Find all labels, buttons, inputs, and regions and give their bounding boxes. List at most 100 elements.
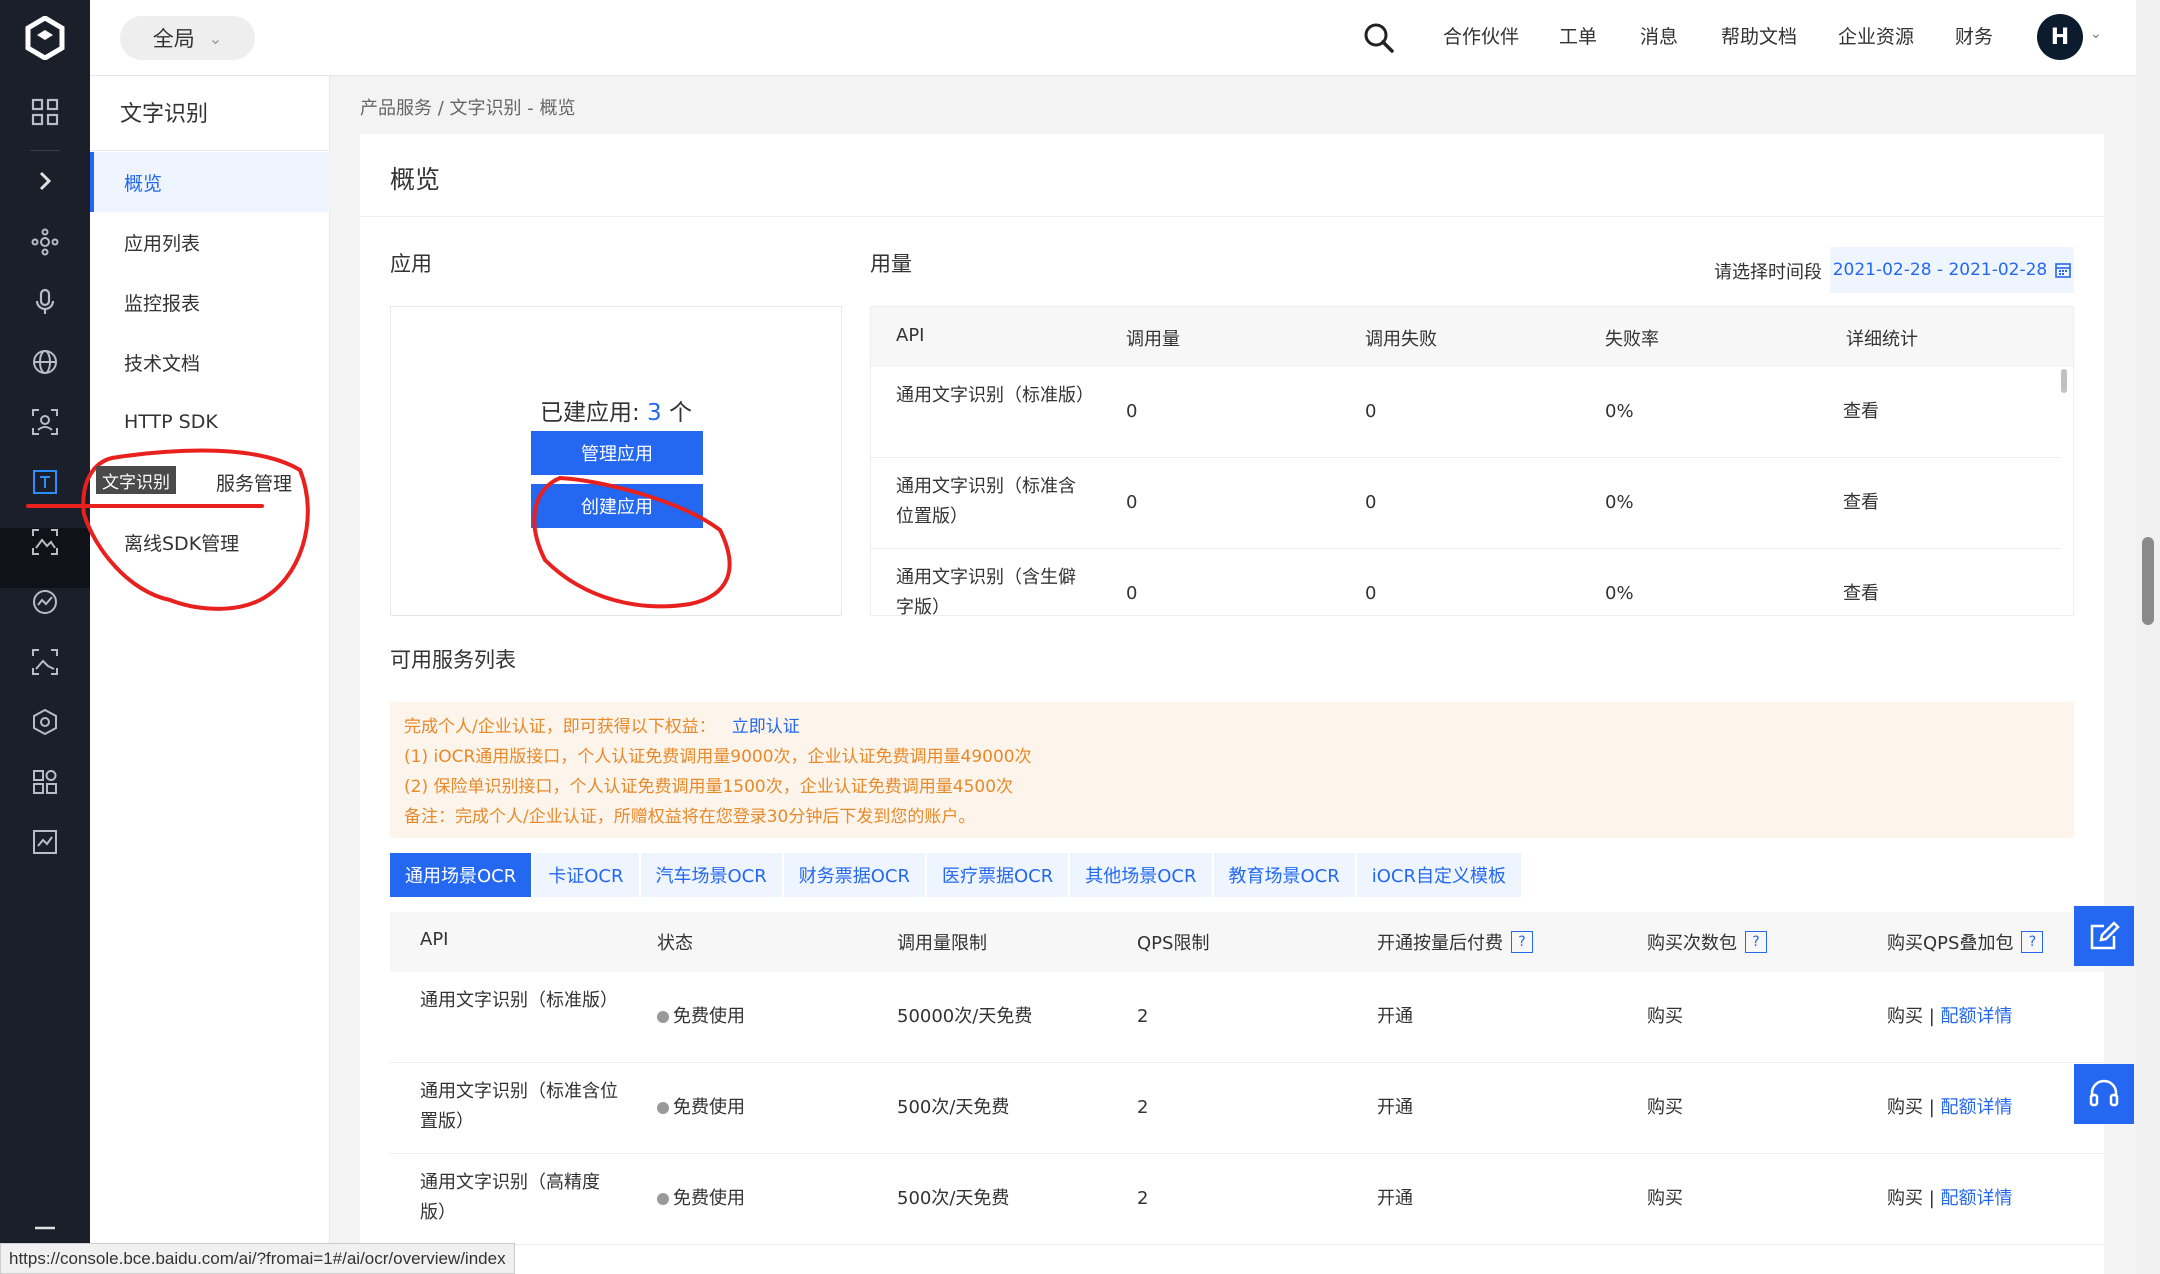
buy-qps-link[interactable]: 购买 (1887, 1006, 1923, 1027)
services-section-title: 可用服务列表 (390, 648, 516, 672)
column-header: 详细统计 (1846, 329, 1918, 350)
call-count: 0 (1126, 583, 1138, 604)
api-name: 通用文字识别（标准含位置版） (896, 476, 1076, 527)
sidebar-item-offline-sdk[interactable]: 离线SDK管理 (90, 512, 330, 572)
status-text: 免费使用 (673, 1097, 745, 1118)
sidebar-item-overview[interactable]: 概览 (90, 152, 330, 212)
column-header: 购买次数包? (1647, 929, 1767, 955)
page-scrollbar[interactable] (2136, 0, 2160, 1274)
table-row: 通用文字识别（标准含位置版） 免费使用 500次/天免费 2 开通 购买 购买 … (390, 1063, 2104, 1154)
view-details-link[interactable]: 查看 (1843, 579, 1879, 609)
api-name: 通用文字识别（含生僻字版） (896, 567, 1076, 616)
region-selector[interactable]: 全局 ⌄ (120, 16, 255, 60)
help-icon[interactable]: ? (2021, 931, 2044, 953)
notice-text: 完成个人/企业认证，即可获得以下权益： (404, 717, 716, 737)
customer-service-button[interactable] (2074, 1064, 2134, 1124)
nav-messages[interactable]: 消息 (1640, 22, 1678, 49)
status-dot-icon (657, 1102, 669, 1114)
landscape-scan-icon[interactable] (25, 642, 65, 682)
call-count: 0 (1126, 401, 1138, 422)
data-chart-icon[interactable] (25, 822, 65, 862)
sidebar-item-monitoring[interactable]: 监控报表 (90, 272, 330, 332)
help-icon[interactable]: ? (1745, 931, 1767, 953)
cube-icon[interactable] (25, 702, 65, 742)
table-row: 通用文字识别（标准含位置版） 0 0 0% 查看 (871, 458, 2061, 549)
buy-qps-link[interactable]: 购买 (1887, 1188, 1923, 1209)
chart-circle-icon[interactable] (25, 582, 65, 622)
network-icon[interactable] (25, 222, 65, 262)
manage-apps-button[interactable]: 管理应用 (531, 431, 703, 475)
card-divider (360, 216, 2104, 217)
nav-tickets[interactable]: 工单 (1559, 22, 1597, 49)
tab-other-ocr[interactable]: 其他场景OCR (1070, 853, 1212, 897)
tab-iocr-template[interactable]: iOCR自定义模板 (1356, 853, 1521, 897)
image-analysis-icon[interactable] (25, 522, 65, 562)
quota-details-link[interactable]: 配额详情 (1941, 1006, 2013, 1027)
verify-now-link[interactable]: 立即认证 (732, 717, 800, 737)
cloud-logo-icon[interactable] (0, 0, 90, 76)
notice-line: (1) iOCR通用版接口，个人认证免费调用量9000次，企业认证免费调用量49… (404, 747, 1032, 767)
help-icon[interactable]: ? (1511, 931, 1533, 953)
table-scrollbar[interactable] (2061, 369, 2067, 393)
buy-link[interactable]: 购买 (1647, 1184, 1683, 1214)
table-row: 通用文字识别（标准版） 0 0 0% 查看 (871, 367, 2061, 458)
buy-qps-link[interactable]: 购买 (1887, 1097, 1923, 1118)
qps-limit: 2 (1137, 1006, 1149, 1027)
tab-general-ocr[interactable]: 通用场景OCR (390, 853, 532, 897)
create-app-button[interactable]: 创建应用 (531, 484, 703, 528)
buy-link[interactable]: 购买 (1647, 1093, 1683, 1123)
search-icon[interactable] (1361, 20, 1397, 56)
tab-medical-ocr[interactable]: 医疗票据OCR (927, 853, 1069, 897)
apps-count-suffix: 个 (661, 400, 692, 426)
nav-enterprise-resources[interactable]: 企业资源 (1838, 22, 1914, 49)
sidebar-item-tech-docs[interactable]: 技术文档 (90, 332, 330, 392)
enable-link[interactable]: 开通 (1377, 1184, 1413, 1214)
text-recognition-icon[interactable] (25, 462, 65, 502)
usage-table: API 调用量 调用失败 失败率 详细统计 通用文字识别（标准版） 0 0 0%… (870, 306, 2074, 616)
avatar[interactable]: H (2037, 14, 2083, 60)
date-range-picker[interactable]: 2021-02-28 - 2021-02-28 (1830, 247, 2074, 293)
nav-help-docs[interactable]: 帮助文档 (1721, 22, 1797, 49)
qps-buy-cell: 购买 | 配额详情 (1887, 1097, 2013, 1118)
view-details-link[interactable]: 查看 (1843, 397, 1879, 427)
view-details-link[interactable]: 查看 (1843, 488, 1879, 518)
quota-details-link[interactable]: 配额详情 (1941, 1097, 2013, 1118)
product-sidebar: 文字识别 概览 应用列表 监控报表 技术文档 HTTP SDK 服务管理 离线S… (90, 76, 330, 1274)
status-url-bar: https://console.bce.baidu.com/ai/?fromai… (0, 1243, 515, 1274)
chevron-down-icon[interactable]: ⌄ (2090, 26, 2102, 42)
face-scan-icon[interactable] (25, 402, 65, 442)
services-table: API 状态 调用量限制 QPS限制 开通按量后付费? 购买次数包? 购买QPS… (390, 912, 2104, 1274)
api-name: 通用文字识别（标准版） (420, 990, 618, 1011)
apps-count[interactable]: 3 (647, 400, 662, 426)
table-header: API 调用量 调用失败 失败率 详细统计 (871, 307, 2073, 367)
quota-details-link[interactable]: 配额详情 (1941, 1188, 2013, 1209)
sidebar-item-http-sdk[interactable]: HTTP SDK (90, 392, 330, 452)
qps-buy-cell: 购买 | 配额详情 (1887, 1188, 2013, 1209)
sidebar-item-app-list[interactable]: 应用列表 (90, 212, 330, 272)
region-label: 全局 (152, 27, 195, 51)
tab-vehicle-ocr[interactable]: 汽车场景OCR (640, 853, 782, 897)
nav-partners[interactable]: 合作伙伴 (1443, 22, 1519, 49)
apps-section-title: 应用 (390, 252, 432, 276)
notice-line: (2) 保险单识别接口，个人认证免费调用量1500次，企业认证免费调用量4500… (404, 777, 1014, 797)
enable-link[interactable]: 开通 (1377, 1093, 1413, 1123)
api-name: 通用文字识别（高精度版） (420, 1172, 600, 1223)
microphone-icon[interactable] (25, 282, 65, 322)
enable-link[interactable]: 开通 (1377, 1002, 1413, 1032)
nav-finance[interactable]: 财务 (1955, 22, 1993, 49)
column-header-label: 购买QPS叠加包 (1887, 933, 2014, 954)
edit-icon (2090, 921, 2120, 950)
scrollbar-thumb[interactable] (2142, 537, 2154, 625)
globe-icon[interactable] (25, 342, 65, 382)
buy-link[interactable]: 购买 (1647, 1002, 1683, 1032)
tab-education-ocr[interactable]: 教育场景OCR (1213, 853, 1355, 897)
tab-card-ocr[interactable]: 卡证OCR (533, 853, 639, 897)
feedback-edit-button[interactable] (2074, 906, 2134, 966)
grid-icon[interactable] (25, 92, 65, 132)
apps-icon[interactable] (25, 762, 65, 802)
product-rail (0, 76, 90, 1274)
table-header: API 状态 调用量限制 QPS限制 开通按量后付费? 购买次数包? 购买QPS… (390, 912, 2104, 972)
date-range-label: 请选择时间段 (1714, 262, 1822, 283)
tab-finance-ocr[interactable]: 财务票据OCR (783, 853, 925, 897)
chevron-right-icon[interactable] (25, 161, 65, 201)
